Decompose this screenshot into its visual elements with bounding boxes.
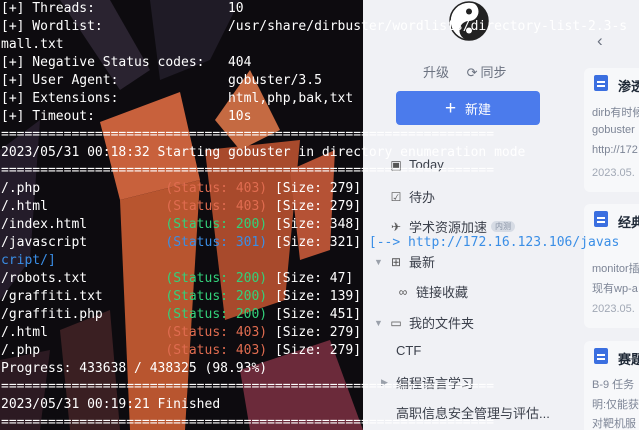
nav-item-label: Today: [409, 157, 444, 172]
terminal-text-segment: [Size: 279]: [267, 325, 362, 340]
terminal-text-segment: (Status: 403): [165, 343, 268, 358]
document-icon: [594, 75, 608, 91]
terminal-text-segment: (Status: 403): [165, 199, 268, 214]
app-logo-icon: [449, 1, 489, 41]
terminal-text-segment: /.php: [1, 181, 166, 196]
terminal-text-segment: Progress: 433638 / 438325 (98.93%): [1, 361, 268, 376]
nav-item-latest[interactable]: ▼ ⊞ 最新: [374, 252, 436, 271]
note-title: 经典: [618, 215, 639, 230]
note-excerpt: gobuster: [592, 124, 635, 136]
terminal-text-segment: [Size: 279]: [267, 199, 362, 214]
nav-item-label: 高职信息安全管理与评估...: [396, 406, 550, 421]
plus-icon: +: [444, 97, 457, 119]
terminal-text-segment: (Status: 200): [165, 307, 268, 322]
terminal-text-segment: [Size: 47]: [267, 271, 354, 286]
sync-icon[interactable]: ⟳: [467, 65, 478, 81]
new-button[interactable]: + 新建: [396, 91, 540, 125]
document-icon: [594, 348, 608, 364]
nav-item-vocational-security[interactable]: 高职信息安全管理与评估...: [396, 403, 550, 422]
terminal-text-segment: (Status: 200): [165, 289, 268, 304]
terminal-text-segment: /.php: [1, 343, 166, 358]
terminal-text-segment: [Size: 279]: [267, 343, 362, 358]
nav-item-label: 编程语言学习: [396, 376, 475, 391]
terminal-background: [0, 0, 363, 430]
terminal-text-segment: 2023/05/31 00:19:21 Finished: [1, 397, 221, 412]
upgrade-link[interactable]: 升级: [423, 62, 449, 81]
notes-app-panel: ‹ 升级 ⟳ 同步 + 新建 ▣ Today ☑ 待办 ✈ 学术资源加速 内测 ▼…: [363, 0, 639, 430]
nav-item-label: 链接收藏: [416, 285, 469, 300]
terminal-text-segment: [Size: 451]: [267, 307, 362, 322]
terminal-text-segment: [+] Threads: 10: [1, 1, 244, 16]
nav-item-label: 待办: [409, 190, 436, 205]
nav-item-programming[interactable]: ▶ 编程语言学习: [381, 373, 475, 392]
terminal-text-segment: /.html: [1, 325, 166, 340]
chevron-right-icon[interactable]: ▶: [381, 377, 388, 388]
sync-link[interactable]: 同步: [481, 62, 507, 81]
note-excerpt: monitor插: [592, 263, 639, 275]
beta-badge: 内测: [491, 221, 516, 232]
chevron-down-icon[interactable]: ▼: [374, 318, 383, 328]
terminal-text-segment: /.html: [1, 199, 166, 214]
note-card[interactable]: 渗透 dirb有时候 gobuster http://172 2023.05.: [584, 68, 639, 192]
back-arrow-icon[interactable]: ‹: [597, 31, 603, 51]
checkbox-icon: ☑: [390, 189, 402, 204]
note-excerpt: http://172: [592, 144, 638, 156]
nav-item-todo[interactable]: ☑ 待办: [389, 187, 435, 206]
terminal-text-segment: /robots.txt: [1, 271, 166, 286]
link-icon: ∞: [398, 284, 408, 299]
terminal-text-segment: (Status: 403): [165, 181, 268, 196]
nav-item-label: 学术资源加速: [409, 220, 488, 235]
note-excerpt: B-9 任务: [592, 379, 635, 391]
terminal-text-segment: /graffiti.txt: [1, 289, 166, 304]
terminal-text-segment: [+] Negative Status codes: 404: [1, 55, 252, 70]
note-date: 2023.05.: [592, 303, 635, 315]
terminal-text-segment: /javascript: [1, 235, 166, 250]
terminal-text-segment: [Size: 139]: [267, 289, 362, 304]
note-card[interactable]: 赛题 B-9 任务 明:仅能获 对靶机服: [584, 341, 639, 430]
top-actions: 升级 ⟳ 同步: [423, 62, 507, 81]
calendar-icon: ▣: [390, 157, 402, 172]
terminal-text-segment: (Status: 403): [165, 325, 268, 340]
note-title: 渗透: [618, 79, 639, 94]
nav-item-folders[interactable]: ▼ ▭ 我的文件夹: [374, 313, 475, 332]
note-excerpt: 现有wp-a: [592, 283, 638, 295]
wallpaper-image: [0, 0, 363, 430]
note-excerpt: 对靶机服: [592, 418, 636, 430]
terminal-text-segment: [Size: 279]: [267, 181, 362, 196]
terminal-text-segment: /index.html: [1, 217, 166, 232]
note-date: 2023.05.: [592, 167, 635, 179]
terminal-text-segment: (Status: 200): [165, 271, 268, 286]
terminal-text-segment: cript/]: [1, 253, 56, 268]
terminal-text-segment: [+] Timeout: 10s: [1, 109, 252, 124]
terminal-text-segment: /graffiti.php: [1, 307, 166, 322]
terminal-text-segment: (Status: 301): [165, 235, 268, 250]
nav-item-label: 我的文件夹: [409, 316, 475, 331]
nav-item-academic[interactable]: ✈ 学术资源加速 内测: [389, 217, 516, 236]
chevron-down-icon[interactable]: ▼: [374, 257, 383, 267]
note-title: 赛题: [618, 352, 639, 367]
rocket-icon: ✈: [390, 219, 402, 234]
nav-item-today[interactable]: ▣ Today: [389, 157, 444, 172]
note-card[interactable]: 经典 monitor插 现有wp-a 2023.05.: [584, 204, 639, 328]
folder-icon: ▭: [390, 315, 402, 330]
nav-item-links[interactable]: ∞ 链接收藏: [396, 282, 468, 301]
note-excerpt: dirb有时候: [592, 107, 639, 119]
nav-item-label: 最新: [409, 255, 436, 270]
terminal-text-segment: (Status: 200): [165, 217, 268, 232]
terminal-text-segment: mall.txt: [1, 37, 64, 52]
grid-icon: ⊞: [390, 254, 402, 269]
terminal-text-segment: [+] User Agent: gobuster/3.5: [1, 73, 322, 88]
document-icon: [594, 211, 608, 227]
new-button-label: 新建: [465, 101, 492, 117]
note-excerpt: 明:仅能获: [592, 399, 639, 411]
nav-item-ctf[interactable]: CTF: [396, 343, 421, 358]
terminal-text-segment: [Size: 348]: [267, 217, 362, 232]
terminal-text-segment: [Size: 321]: [267, 235, 362, 250]
nav-item-label: CTF: [396, 343, 422, 358]
terminal-text-segment: [+] Extensions: html,php,bak,txt: [1, 91, 354, 106]
